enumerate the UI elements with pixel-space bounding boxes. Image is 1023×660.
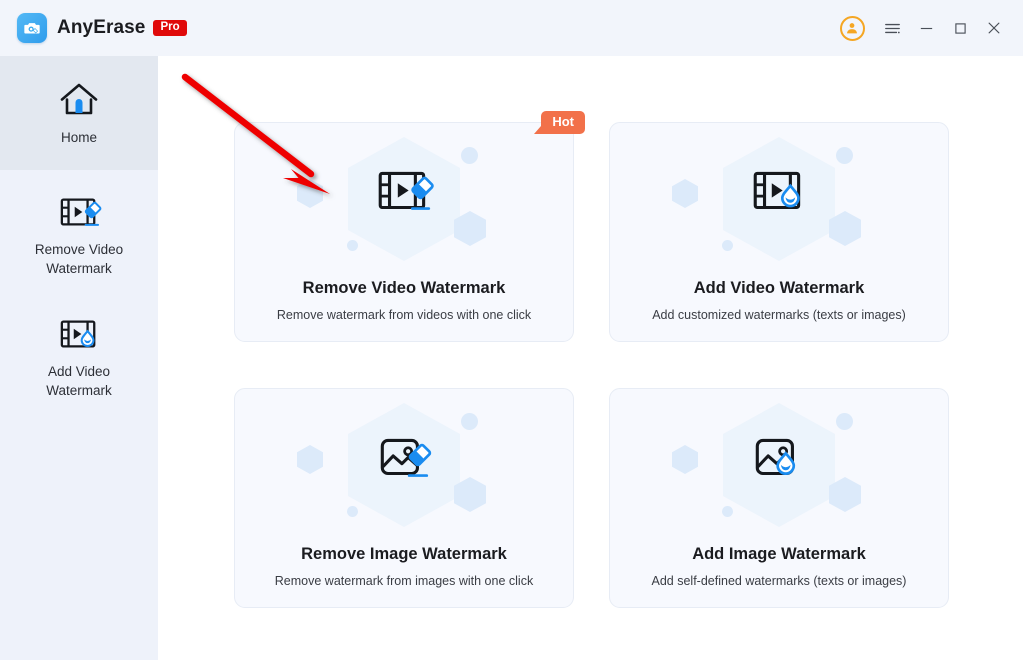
card-artwork [235,123,573,271]
main-content: Hot Remove Video Watermark Remove waterm… [158,56,1023,660]
sidebar-item-home[interactable]: Home [0,56,158,170]
sidebar: Home Remove Video Watermark Add Video Wa… [0,56,158,660]
sidebar-item-remove-video-watermark[interactable]: Remove Video Watermark [0,170,158,292]
card-title: Remove Image Watermark [301,545,507,563]
dot-decoration-bottom-left [347,506,358,517]
image-eraser-icon [380,438,432,477]
video-eraser-icon [378,171,434,210]
close-icon [988,22,1000,34]
dot-decoration-bottom-left [347,240,358,251]
video-droplet-icon [753,171,801,210]
pro-badge: Pro [153,19,187,37]
dot-decoration-top-right [461,147,478,164]
card-add-image-watermark[interactable]: Add Image Watermark Add self-defined wat… [609,388,949,608]
user-avatar-icon [839,15,865,41]
dot-decoration-top-right [836,147,853,164]
dot-decoration-top-right [461,413,478,430]
video-droplet-icon [56,312,102,356]
card-subtitle: Add self-defined watermarks (texts or im… [651,574,907,588]
card-subtitle: Add customized watermarks (texts or imag… [652,308,906,322]
hexagon-decoration-left [672,445,698,474]
card-subtitle: Remove watermark from images with one cl… [274,574,534,588]
dot-decoration-top-right [836,413,853,430]
hexagon-decoration-left [297,445,323,474]
card-title: Add Image Watermark [692,545,866,563]
sidebar-item-label: Home [60,130,97,145]
card-artwork [610,389,948,537]
card-artwork [610,123,948,271]
home-icon [57,78,101,122]
hexagon-decoration-left [672,179,698,208]
camera-eraser-icon [17,13,47,43]
maximize-icon [954,22,966,34]
card-title: Remove Video Watermark [302,279,506,297]
card-subtitle: Remove watermark from videos with one cl… [276,308,532,322]
card-add-video-watermark[interactable]: Add Video Watermark Add customized water… [609,122,949,342]
dot-decoration-bottom-left [722,506,733,517]
video-eraser-icon [56,190,102,234]
card-remove-image-watermark[interactable]: Remove Image Watermark Remove watermark … [234,388,574,608]
image-droplet-icon [755,438,796,476]
card-remove-video-watermark[interactable]: Hot Remove Video Watermark Remove waterm… [234,111,585,342]
sidebar-item-label: Remove Video Watermark [34,242,124,276]
hexagon-decoration-left [297,179,323,208]
card-title: Add Video Watermark [693,279,865,297]
menu-button[interactable] [875,11,909,45]
close-button[interactable] [977,11,1011,45]
minimize-button[interactable] [909,11,943,45]
feature-card-grid: Hot Remove Video Watermark Remove waterm… [234,111,949,608]
sidebar-item-add-video-watermark[interactable]: Add Video Watermark [0,292,158,414]
hot-badge: Hot [534,111,585,135]
sidebar-item-label: Add Video Watermark [46,364,112,398]
minimize-icon [920,27,932,29]
window-controls [835,11,1011,45]
user-account-button[interactable] [835,11,869,45]
maximize-button[interactable] [943,11,977,45]
app-title: AnyErase [57,17,146,38]
title-bar: AnyErase Pro [0,0,1023,56]
brand-area: AnyErase Pro [17,13,187,43]
dot-decoration-bottom-left [722,240,733,251]
hamburger-menu-icon [884,23,900,33]
card-artwork [235,389,573,537]
